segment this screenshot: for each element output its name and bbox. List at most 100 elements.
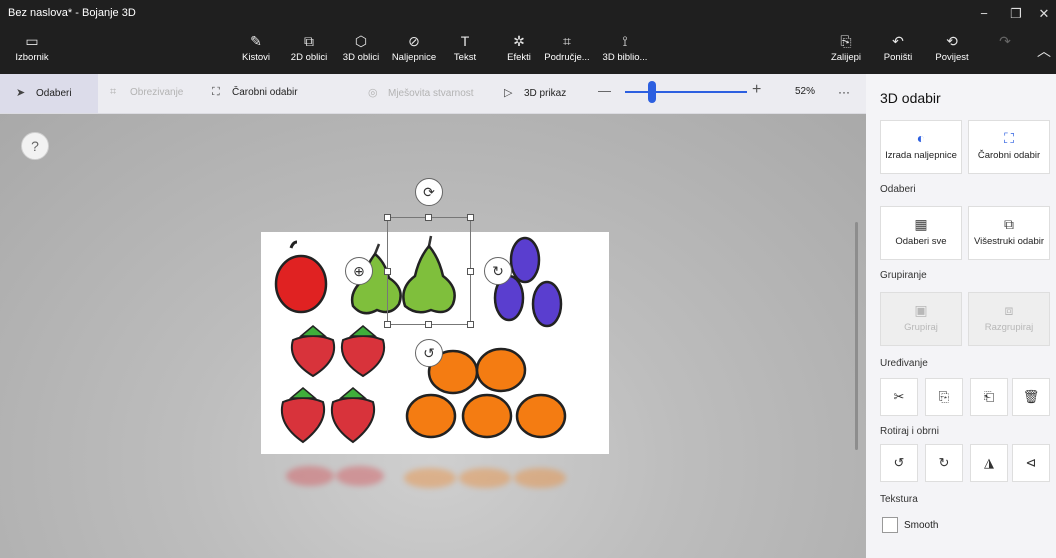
section-grouping: Grupiranje: [880, 270, 927, 281]
rotate-x-handle[interactable]: ↺: [415, 339, 443, 367]
tool-label: Područje...: [544, 52, 590, 63]
more-options-button[interactable]: ···: [838, 85, 850, 99]
paste-button[interactable]: ⎘ Zalijepi: [826, 30, 866, 72]
flip-horizontal-button[interactable]: ◮: [970, 444, 1008, 482]
tool-brushes[interactable]: ✎ Kistovi: [236, 30, 276, 72]
crop-icon: ⌗: [110, 86, 117, 98]
mixed-reality-icon: ◎: [368, 87, 378, 99]
magic-select-card[interactable]: ⛶ Čarobni odabir: [968, 120, 1050, 174]
select-tool-button[interactable]: ➤ Odaberi: [0, 74, 98, 113]
tool-text[interactable]: T Tekst: [450, 30, 480, 72]
copy-button[interactable]: ⎘: [925, 378, 963, 416]
magic-select-label: Čarobni odabir: [232, 87, 298, 98]
cube-icon: ⬡: [354, 33, 368, 49]
tool-label: 3D oblici: [342, 52, 380, 63]
zoom-out-button[interactable]: —: [598, 83, 611, 98]
ribbon: ▭ Izbornik ✎ Kistovi ⧉ 2D oblici ⬡ 3D ob…: [0, 28, 1056, 74]
sub-toolbar: ➤ Odaberi ⌗ Obrezivanje ⛶ Čarobni odabir ◎ M…: [0, 74, 866, 114]
history-button[interactable]: ⟲ Povijest: [930, 30, 974, 72]
delete-button[interactable]: 🗑: [1012, 378, 1050, 416]
ungroup-icon: ⧈: [1004, 302, 1014, 318]
magic-select-button[interactable]: ⛶ Čarobni odabir: [212, 86, 298, 99]
tool-3d-library[interactable]: ⟟ 3D biblio...: [598, 30, 652, 72]
chevron-up-icon: ︿: [1037, 43, 1051, 59]
mixed-reality-button[interactable]: ◎ Mješovita stvarnost: [368, 86, 474, 99]
depth-handle[interactable]: ⊕: [345, 257, 373, 285]
maximize-button[interactable]: ❐: [1004, 4, 1028, 24]
tool-effects[interactable]: ✲ Efekti: [502, 30, 536, 72]
paste-icon: ⎗: [983, 389, 995, 404]
paste-panel-button[interactable]: ⎗: [970, 378, 1008, 416]
zoom-in-button[interactable]: +: [752, 81, 761, 99]
3d-view-icon: ▷: [504, 87, 513, 99]
card-label: Višestruki odabir: [973, 236, 1045, 247]
resize-handle-bottom[interactable]: [425, 321, 432, 328]
rotate-right-button[interactable]: ↻: [925, 444, 963, 482]
3d-view-button[interactable]: ▷ 3D prikaz: [504, 86, 566, 99]
window-title: Bez naslova* - Bojanje 3D: [8, 7, 136, 19]
resize-handle-bottom-left[interactable]: [384, 321, 391, 328]
apple: [274, 240, 328, 314]
crop-button[interactable]: ⌗ Obrezivanje: [110, 86, 183, 99]
resize-handle-top-left[interactable]: [384, 214, 391, 221]
group-icon: ▣: [914, 302, 928, 318]
help-button[interactable]: ?: [21, 132, 49, 160]
magic-select-icon: ⛶: [212, 86, 220, 98]
tool-3d-shapes[interactable]: ⬡ 3D oblici: [340, 30, 382, 72]
rotate-left-button[interactable]: ↺: [880, 444, 918, 482]
card-label: Izrada naljepnice: [885, 150, 957, 161]
flip-vertical-button[interactable]: ⊲: [1012, 444, 1050, 482]
tool-label: 3D biblio...: [602, 52, 648, 63]
close-button[interactable]: ✕: [1032, 4, 1056, 24]
cut-button[interactable]: ✂: [880, 378, 918, 416]
multi-select-button[interactable]: ⧉ Višestruki odabir: [968, 206, 1050, 260]
tool-2d-shapes[interactable]: ⧉ 2D oblici: [286, 30, 332, 72]
card-label: Grupiraj: [904, 322, 938, 333]
select-all-button[interactable]: ▦ Odaberi sve: [880, 206, 962, 260]
rotate-z-handle[interactable]: ⟳: [415, 178, 443, 206]
select-label: Odaberi: [36, 88, 72, 99]
undo-button[interactable]: ↶ Poništi: [878, 30, 918, 72]
undo-label: Poništi: [883, 52, 913, 63]
menu-button[interactable]: ▭ Izbornik: [8, 30, 56, 72]
redo-icon: ↷: [999, 33, 1011, 49]
redo-button[interactable]: ↷: [990, 30, 1020, 72]
folder-icon: ▭: [25, 33, 39, 49]
tool-stickers[interactable]: ⊘ Naljepnice: [388, 30, 440, 72]
rotate-icon: ⟳: [423, 184, 435, 200]
rotate-y-handle[interactable]: ↻: [484, 257, 512, 285]
resize-handle-right[interactable]: [467, 268, 474, 275]
strawberries: [281, 325, 385, 444]
multi-select-icon: ⧉: [1004, 216, 1014, 232]
tool-canvas[interactable]: ⌗ Područje...: [538, 30, 596, 72]
effects-icon: ✲: [513, 33, 525, 49]
selection-box[interactable]: [387, 217, 471, 325]
smooth-label: Smooth: [904, 520, 939, 531]
make-sticker-button[interactable]: ◐ Izrada naljepnice: [880, 120, 962, 174]
mixed-reality-label: Mješovita stvarnost: [388, 88, 474, 99]
section-editing: Uređivanje: [880, 358, 928, 369]
zoom-value: 52%: [795, 86, 816, 97]
rotate-right-icon: ↻: [938, 455, 950, 470]
select-all-icon: ▦: [914, 216, 928, 232]
flip-horizontal-icon: ◮: [984, 455, 994, 470]
group-button[interactable]: ▣ Grupiraj: [880, 292, 962, 346]
resize-handle-bottom-right[interactable]: [467, 321, 474, 328]
magic-select-icon: ⛶: [1004, 130, 1014, 146]
tool-label: Naljepnice: [391, 52, 437, 63]
sticker-icon: ⊘: [408, 33, 420, 49]
resize-handle-left[interactable]: [384, 268, 391, 275]
zoom-slider-thumb[interactable]: [648, 81, 656, 103]
card-label: Čarobni odabir: [977, 150, 1041, 161]
resize-handle-top-right[interactable]: [467, 214, 474, 221]
resize-handle-top[interactable]: [425, 214, 432, 221]
history-label: Povijest: [935, 52, 969, 63]
vertical-scrollbar[interactable]: [855, 222, 858, 450]
ungroup-button[interactable]: ⧈ Razgrupiraj: [968, 292, 1050, 346]
rotate-x-icon: ↺: [423, 345, 435, 361]
section-texture: Tekstura: [880, 494, 918, 505]
zoom-slider-track[interactable]: [625, 91, 747, 93]
smooth-checkbox[interactable]: [882, 517, 898, 533]
minimize-button[interactable]: −: [972, 4, 996, 24]
tool-label: 2D oblici: [290, 52, 328, 63]
